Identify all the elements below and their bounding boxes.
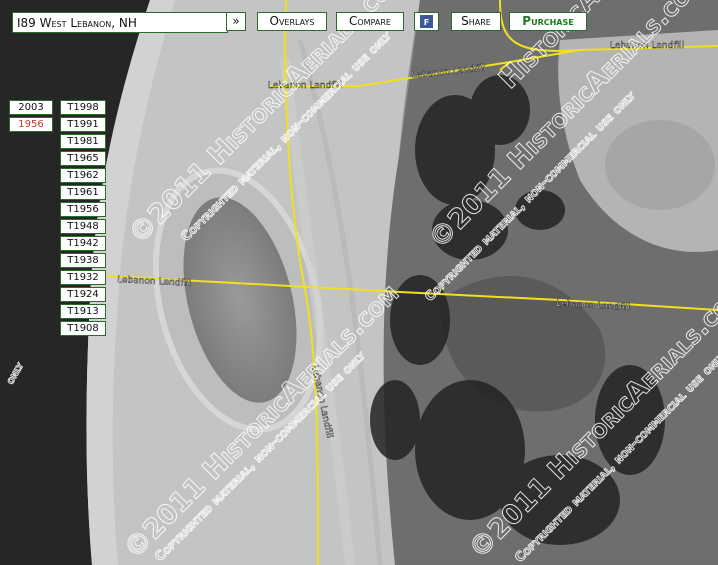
topo-year-button-t1998[interactable]: T1998: [60, 100, 106, 115]
purchase-button[interactable]: Purchase: [509, 12, 587, 31]
topo-year-button-t1924[interactable]: T1924: [60, 287, 106, 302]
topo-year-button-t1961[interactable]: T1961: [60, 185, 106, 200]
topo-year-button-t1908[interactable]: T1908: [60, 321, 106, 336]
overlays-button[interactable]: Overlays: [257, 12, 327, 31]
topo-year-button-t1913[interactable]: T1913: [60, 304, 106, 319]
topo-year-button-t1956[interactable]: T1956: [60, 202, 106, 217]
aerial-map[interactable]: Lebanon Landfill Lebanon Landfill Lebano…: [0, 0, 718, 565]
location-search-input[interactable]: [12, 12, 228, 33]
facebook-icon: f: [420, 15, 433, 28]
topo-year-button-t1981[interactable]: T1981: [60, 134, 106, 149]
topo-year-button-t1938[interactable]: T1938: [60, 253, 106, 268]
compare-button[interactable]: Compare: [336, 12, 404, 31]
facebook-button[interactable]: f: [414, 12, 439, 31]
topo-year-button-t1932[interactable]: T1932: [60, 270, 106, 285]
topo-year-button-t1962[interactable]: T1962: [60, 168, 106, 183]
year-button-2003[interactable]: 2003: [9, 100, 53, 115]
topo-year-button-t1942[interactable]: T1942: [60, 236, 106, 251]
topo-year-button-t1948[interactable]: T1948: [60, 219, 106, 234]
year-button-1956[interactable]: 1956: [9, 117, 53, 132]
topo-year-button-t1991[interactable]: T1991: [60, 117, 106, 132]
search-go-button[interactable]: »: [226, 12, 246, 31]
topo-year-button-t1965[interactable]: T1965: [60, 151, 106, 166]
share-button[interactable]: Share: [451, 12, 501, 31]
